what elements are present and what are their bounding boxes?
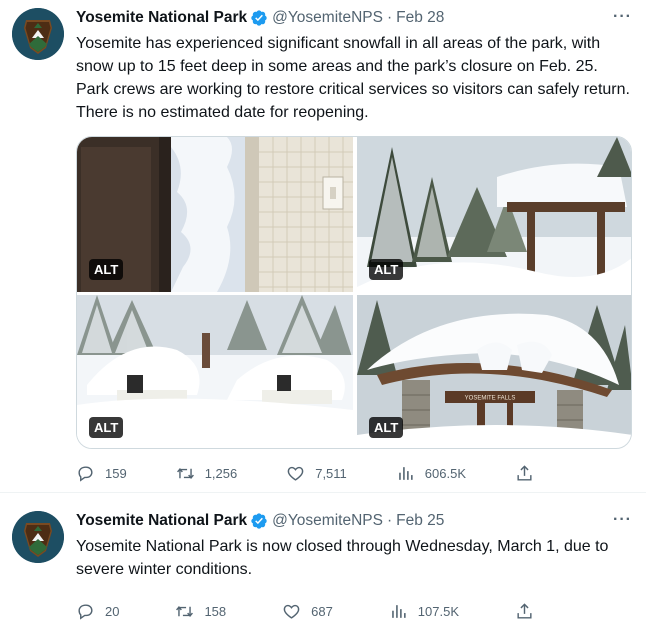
photo-snow-doorway[interactable]: ALT [77, 137, 353, 292]
share-icon [517, 464, 532, 481]
like-button[interactable]: 7,511 [286, 464, 347, 483]
reply-icon [78, 603, 93, 620]
like-count: 7,511 [315, 465, 347, 481]
tweet-header: Yosemite National Park @YosemiteNPS · Fe… [76, 6, 630, 30]
retweet-button[interactable]: 1,256 [176, 464, 238, 483]
tweet-text: Yosemite National Park is now closed thr… [76, 538, 609, 578]
views-count: 107.5K [417, 603, 459, 619]
share-button[interactable] [515, 464, 544, 483]
user-handle[interactable]: @YosemiteNPS [272, 512, 383, 530]
nps-arrowhead-logo-icon [12, 511, 64, 563]
retweet-count: 1,256 [204, 465, 238, 481]
retweet-count: 158 [204, 603, 227, 619]
reply-button[interactable]: 159 [76, 464, 127, 483]
views-button[interactable]: 606.5K [396, 464, 466, 483]
heart-icon [287, 466, 304, 481]
alt-text-badge[interactable]: ALT [369, 417, 404, 438]
tweet-date[interactable]: Feb 28 [396, 9, 444, 27]
tweet-actions: 159 1,256 7,511 606.5K [76, 451, 544, 495]
tweet[interactable]: ··· Yosemite National Park @YosemiteNPS … [0, 0, 646, 493]
reply-count: 20 [105, 603, 120, 619]
reply-count: 159 [105, 465, 127, 481]
reply-button[interactable]: 20 [76, 602, 119, 621]
media-grid: ALT ALT ALT YOSEMITE FALLS ALT [76, 136, 632, 449]
display-name[interactable]: Yosemite National Park [76, 512, 247, 530]
tweet-date[interactable]: Feb 25 [396, 512, 444, 530]
heart-icon [283, 604, 300, 619]
retweet-icon [176, 467, 194, 479]
alt-text-badge[interactable]: ALT [89, 259, 124, 280]
tweet-actions: 20 158 687 107.5K [76, 589, 544, 633]
photo-buried-cabins[interactable]: ALT [77, 295, 353, 448]
tweet[interactable]: ··· Yosemite National Park @YosemiteNPS … [0, 493, 646, 627]
more-options-button[interactable]: ··· [613, 511, 632, 529]
like-count: 687 [311, 603, 333, 619]
retweet-button[interactable]: 158 [175, 602, 226, 621]
retweet-icon [176, 605, 194, 617]
avatar[interactable] [12, 8, 64, 60]
photo-snowy-forest-shelter[interactable]: ALT [357, 137, 631, 292]
views-chart-icon [398, 466, 413, 480]
separator: · [386, 9, 393, 26]
tweet-header: Yosemite National Park @YosemiteNPS · Fe… [76, 509, 630, 533]
share-icon [517, 602, 532, 619]
sign-text: YOSEMITE FALLS [465, 396, 516, 402]
separator: · [386, 512, 393, 529]
display-name[interactable]: Yosemite National Park [76, 9, 247, 27]
tweet-text: Yosemite has experienced significant sno… [76, 35, 630, 121]
nps-arrowhead-logo-icon [12, 8, 64, 60]
user-handle[interactable]: @YosemiteNPS [272, 9, 383, 27]
alt-text-badge[interactable]: ALT [89, 417, 124, 438]
views-button[interactable]: 107.5K [389, 602, 459, 621]
share-button[interactable] [515, 602, 544, 621]
verified-badge-icon [251, 513, 267, 529]
photo-yosemite-falls-shelter[interactable]: YOSEMITE FALLS ALT [357, 295, 631, 448]
avatar[interactable] [12, 511, 64, 563]
views-chart-icon [391, 604, 406, 618]
verified-badge-icon [251, 10, 267, 26]
more-options-button[interactable]: ··· [613, 8, 632, 26]
views-count: 606.5K [424, 465, 466, 481]
like-button[interactable]: 687 [282, 602, 333, 621]
alt-text-badge[interactable]: ALT [369, 259, 404, 280]
reply-icon [78, 465, 93, 482]
